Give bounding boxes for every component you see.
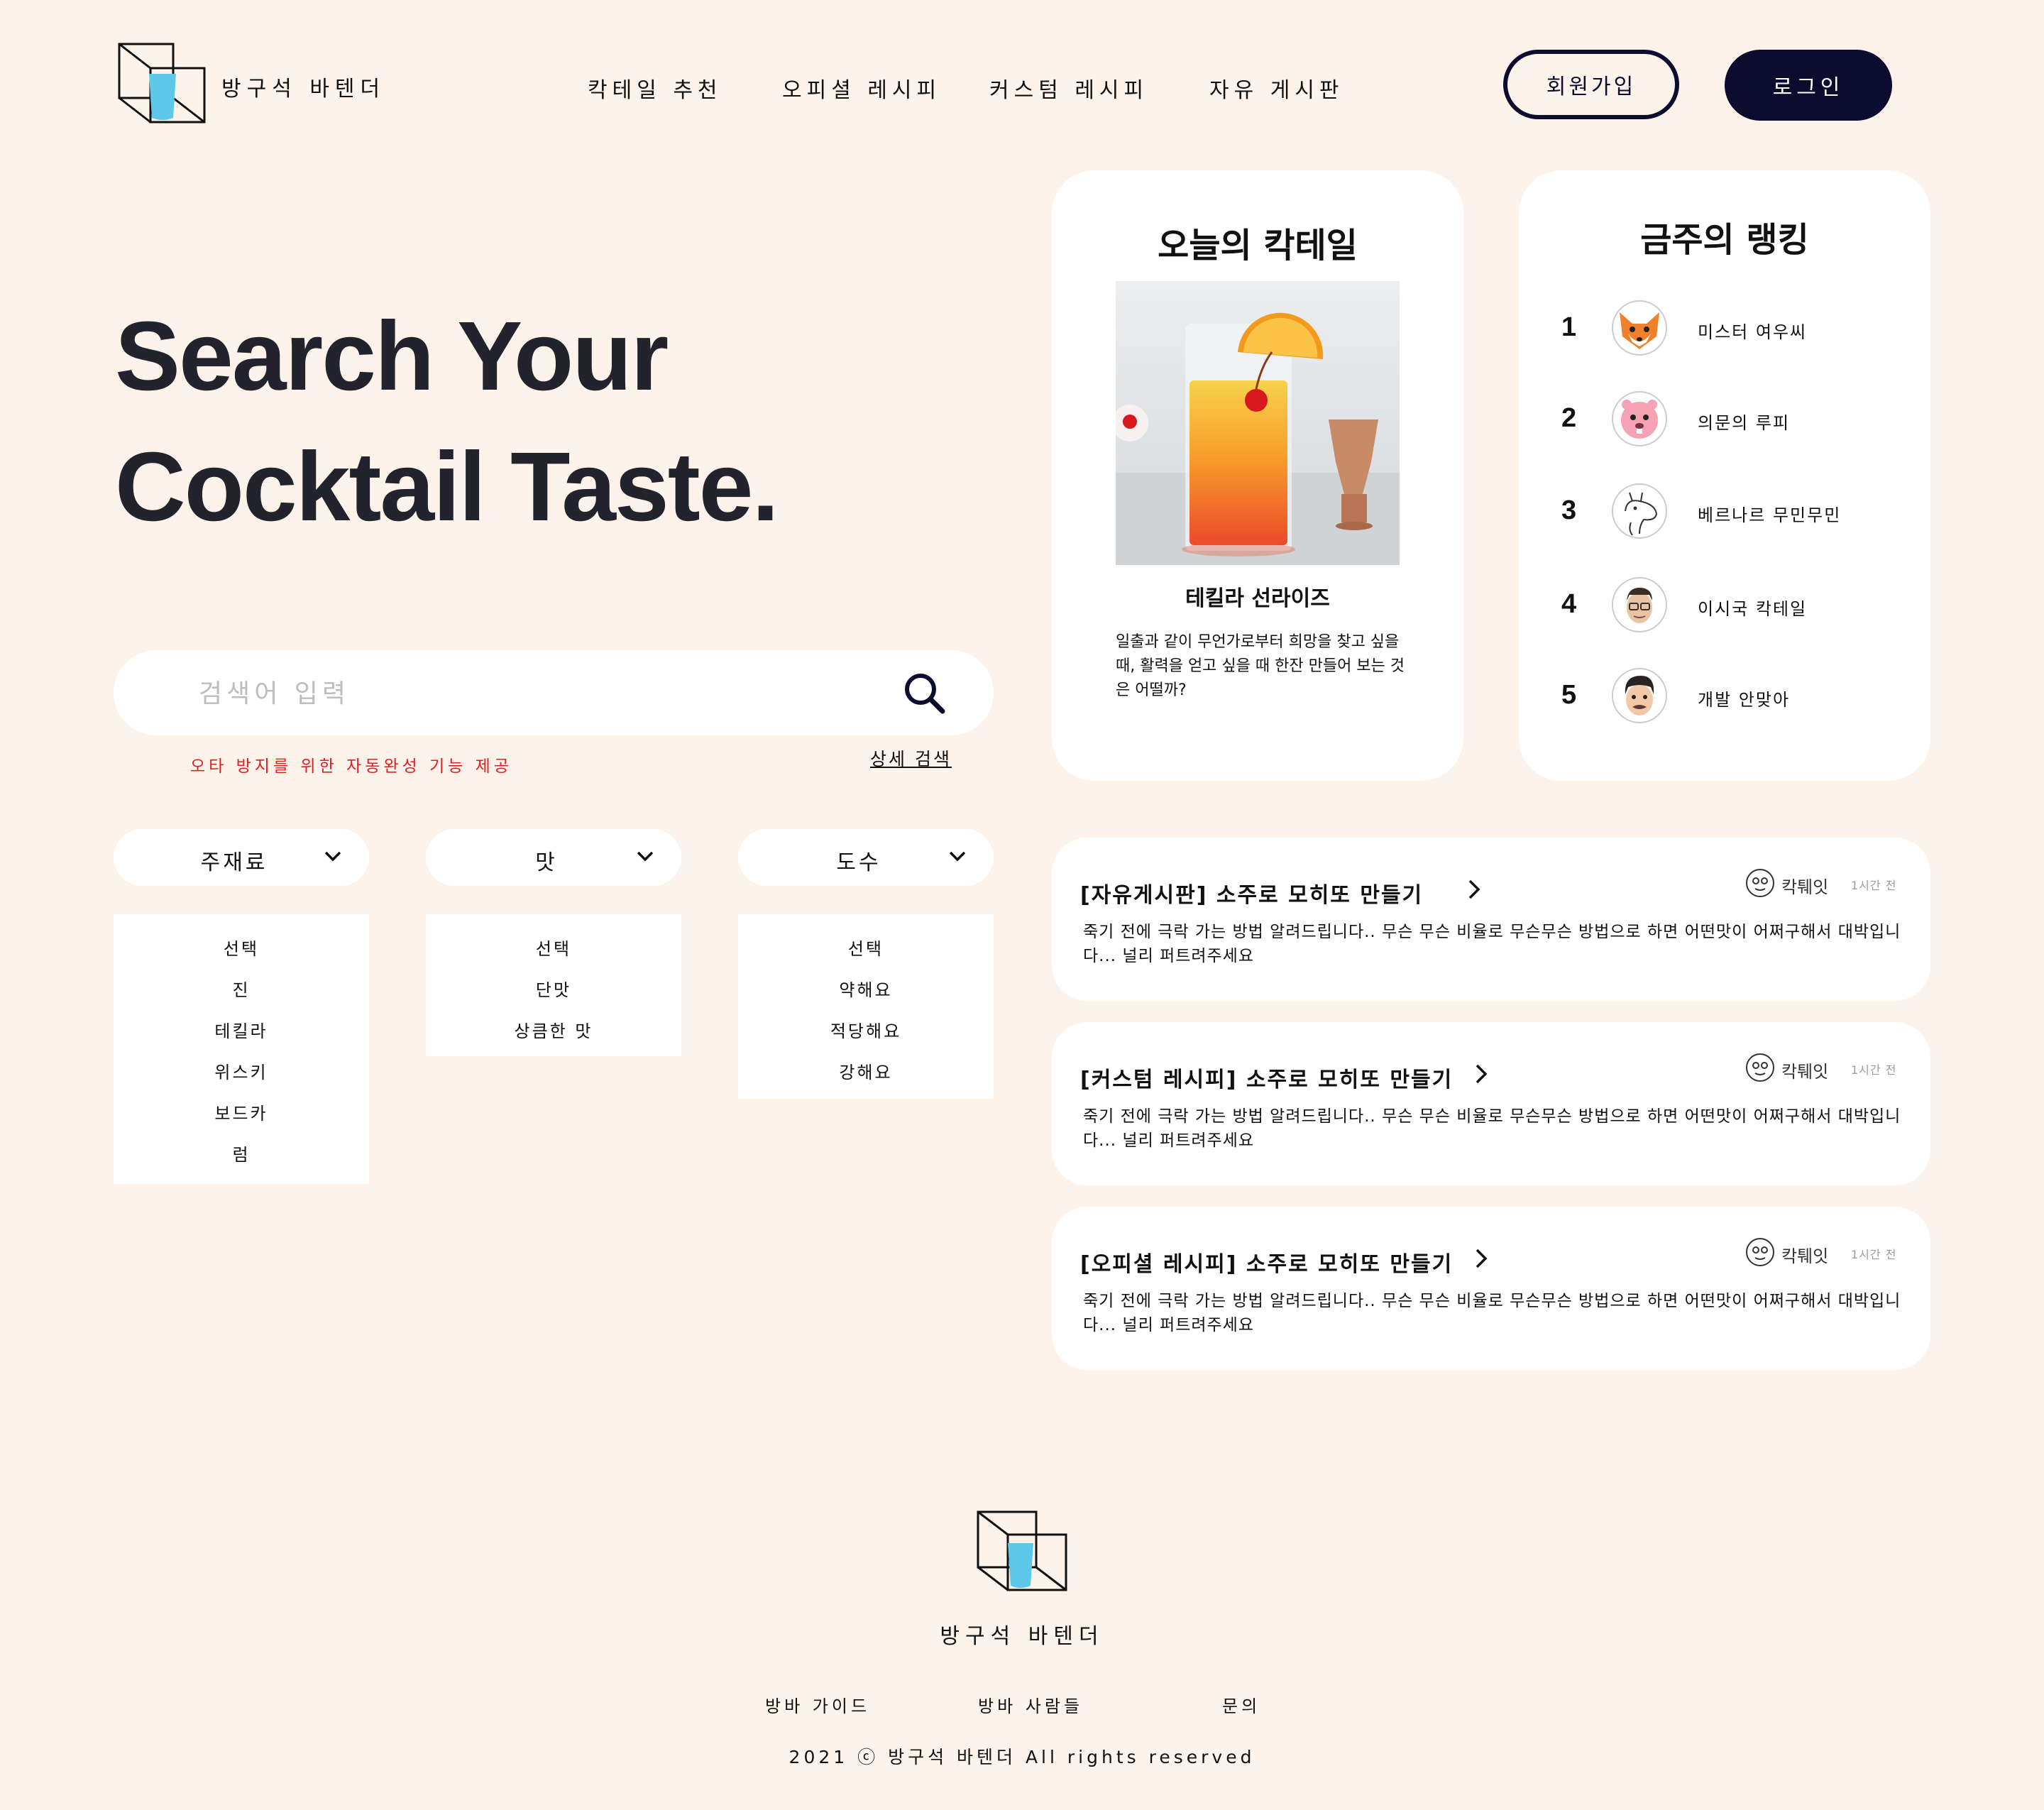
post-time: 1시간 전 — [1851, 879, 1897, 892]
cocktail-name: 테킬라 선라이즈 — [1185, 586, 1330, 611]
ranker-name: 개발 안맞아 — [1698, 690, 1791, 710]
post-title: [오피셜 레시피] 소주로 모히또 만들기 — [1080, 1252, 1454, 1277]
post-time: 1시간 전 — [1851, 1248, 1897, 1261]
post-card[interactable]: [오피셜 레시피] 소주로 모히또 만들기 칵퉤잇 1시간 전 죽기 전에 극락… — [1052, 1207, 1930, 1370]
option-item[interactable]: 단맛 — [426, 970, 681, 1011]
rank-number: 3 — [1561, 495, 1577, 525]
filter-abv[interactable]: 도수 — [738, 829, 994, 886]
hero-line-2: Cocktail Taste. — [115, 432, 779, 542]
footer-link-guide[interactable]: 방바 가이드 — [765, 1692, 870, 1717]
chevron-down-icon — [949, 851, 966, 862]
rank-number: 2 — [1561, 403, 1577, 433]
option-item[interactable]: 약해요 — [738, 970, 994, 1011]
filter-main-ingredient[interactable]: 주재료 — [114, 829, 369, 886]
taste-options: 선택 단맛 상큼한 맛 — [426, 914, 681, 1056]
author-name: 칵퉤잇 — [1781, 1062, 1829, 1082]
ranking-title: 금주의 랭킹 — [1640, 220, 1809, 260]
option-item[interactable]: 선택 — [114, 928, 369, 970]
post-author: 칵퉤잇 — [1744, 867, 1851, 899]
filter-label: 맛 — [535, 850, 558, 875]
author-avatar-icon — [1746, 1238, 1774, 1266]
ranker-name: 베르나르 무민무민 — [1698, 505, 1842, 525]
nav-cocktail-recommend[interactable]: 칵테일 추천 — [588, 72, 722, 104]
weekly-ranking-card: 금주의 랭킹 1 미스터 여우씨 2 의문의 루피 3 베르나르 무민무민 4 … — [1519, 170, 1930, 781]
man-glasses-icon — [1612, 577, 1667, 632]
nav-official-recipe[interactable]: 오피셜 레시피 — [782, 72, 941, 104]
main-ingredient-options: 선택 진 테킬라 위스키 보드카 럼 — [114, 914, 369, 1184]
cocktail-description: 일출과 같이 무언가로부터 희망을 찾고 싶을 때, 활력을 얻고 싶을 때 한… — [1116, 633, 1405, 699]
fox-icon — [1612, 300, 1667, 356]
footer-link-people[interactable]: 방바 사람들 — [978, 1692, 1083, 1717]
ranker-name: 이시국 칵테일 — [1698, 599, 1808, 619]
moomin-icon — [1612, 483, 1667, 539]
rank-number: 5 — [1561, 680, 1577, 710]
pink-beaver-icon — [1612, 391, 1667, 446]
rank-number: 4 — [1561, 589, 1577, 619]
option-item[interactable]: 적당해요 — [738, 1011, 994, 1052]
search-icon[interactable] — [901, 670, 947, 715]
post-card[interactable]: [자유게시판] 소주로 모히또 만들기 칵퉤잇 1시간 전 죽기 전에 극락 가… — [1052, 838, 1930, 1001]
copyright: 2021 ⓒ 방구석 바텐더 All rights reserved — [789, 1747, 1255, 1767]
post-title: [자유게시판] 소주로 모히또 만들기 — [1080, 883, 1424, 908]
option-item[interactable]: 선택 — [738, 928, 994, 970]
nav-free-board[interactable]: 자유 게시판 — [1209, 72, 1344, 104]
option-item[interactable]: 위스키 — [114, 1052, 369, 1093]
chevron-right-icon — [1476, 1064, 1488, 1084]
autocomplete-hint: 오타 방지를 위한 자동완성 기능 제공 — [190, 757, 512, 776]
post-body: 죽기 전에 극락 가는 방법 알려드립니다.. 무슨 무슨 비율로 무슨무슨 방… — [1083, 923, 1901, 965]
option-item[interactable]: 럼 — [114, 1134, 369, 1175]
man-memoji-icon — [1612, 668, 1667, 723]
chevron-down-icon — [324, 851, 341, 862]
nav-custom-recipe[interactable]: 커스텀 레시피 — [989, 72, 1148, 104]
post-body: 죽기 전에 극락 가는 방법 알려드립니다.. 무슨 무슨 비율로 무슨무슨 방… — [1083, 1107, 1901, 1150]
option-item[interactable]: 진 — [114, 970, 369, 1011]
footer-link-contact[interactable]: 문의 — [1222, 1692, 1260, 1717]
login-button[interactable]: 로그인 — [1725, 50, 1892, 121]
todays-cocktail-title: 오늘의 칵테일 — [1158, 226, 1358, 265]
search-bar — [114, 650, 994, 735]
author-name: 칵퉤잇 — [1781, 1246, 1829, 1266]
ranking-row[interactable]: 3 베르나르 무민무민 — [1561, 483, 1902, 542]
chevron-down-icon — [637, 851, 654, 862]
search-input[interactable] — [197, 666, 910, 721]
option-item[interactable]: 강해요 — [738, 1052, 994, 1093]
ranking-row[interactable]: 1 미스터 여우씨 — [1561, 300, 1902, 359]
advanced-search-link[interactable]: 상세 검색 — [870, 745, 952, 771]
ranking-row[interactable]: 2 의문의 루피 — [1561, 390, 1902, 450]
hero-title: Search Your Cocktail Taste. — [115, 291, 779, 552]
rank-number: 1 — [1561, 312, 1577, 342]
filter-label: 주재료 — [200, 850, 268, 875]
cocktail-image — [1116, 281, 1400, 565]
author-avatar-icon — [1746, 1053, 1774, 1082]
ranker-name: 미스터 여우씨 — [1698, 322, 1808, 342]
footer-brand: 방구석 바텐더 — [940, 1624, 1104, 1649]
chevron-right-icon — [1468, 879, 1480, 899]
signup-button[interactable]: 회원가입 — [1503, 50, 1679, 119]
filter-label: 도수 — [836, 850, 881, 875]
abv-options: 선택 약해요 적당해요 강해요 — [738, 914, 994, 1099]
ranker-name: 의문의 루피 — [1698, 413, 1791, 433]
footer-logo-icon — [977, 1510, 1067, 1591]
author-name: 칵퉤잇 — [1781, 877, 1829, 897]
brand-name[interactable]: 방구석 바텐더 — [221, 71, 385, 102]
todays-cocktail-card[interactable]: 오늘의 칵테일 테킬라 선라이즈 일출과 같이 무언가로부터 희망을 찾고 싶을… — [1052, 170, 1463, 781]
post-title: [커스텀 레시피] 소주로 모히또 만들기 — [1080, 1068, 1454, 1092]
hero-line-1: Search Your — [115, 302, 669, 411]
logo-icon[interactable] — [118, 43, 206, 124]
post-card[interactable]: [커스텀 레시피] 소주로 모히또 만들기 칵퉤잇 1시간 전 죽기 전에 극락… — [1052, 1022, 1930, 1185]
option-item[interactable]: 선택 — [426, 928, 681, 970]
post-time: 1시간 전 — [1851, 1063, 1897, 1077]
option-item[interactable]: 보드카 — [114, 1093, 369, 1134]
post-author: 칵퉤잇 — [1744, 1052, 1851, 1083]
filter-taste[interactable]: 맛 — [426, 829, 681, 886]
ranking-row[interactable]: 4 이시국 칵테일 — [1561, 576, 1902, 636]
option-item[interactable]: 상큼한 맛 — [426, 1011, 681, 1052]
author-avatar-icon — [1746, 869, 1774, 897]
chevron-right-icon — [1476, 1249, 1488, 1268]
post-author: 칵퉤잇 — [1744, 1236, 1851, 1268]
post-body: 죽기 전에 극락 가는 방법 알려드립니다.. 무슨 무슨 비율로 무슨무슨 방… — [1083, 1292, 1901, 1334]
ranking-row[interactable]: 5 개발 안맞아 — [1561, 667, 1902, 727]
option-item[interactable]: 테킬라 — [114, 1011, 369, 1052]
